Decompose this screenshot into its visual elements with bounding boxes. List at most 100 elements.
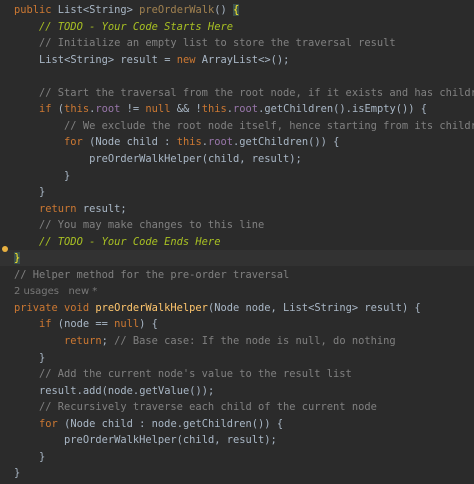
- code-token: result: [226, 434, 265, 447]
- code-line[interactable]: // TODO - Your Code Ends Here: [0, 234, 474, 250]
- code-line[interactable]: }: [0, 168, 474, 184]
- code-token: List: [51, 4, 83, 16]
- code-line[interactable]: // Start the traversal from the root nod…: [0, 85, 474, 101]
- code-line[interactable]: for (Node child : this.root.getChildren(…: [0, 134, 474, 150]
- code-token: root: [207, 136, 234, 149]
- code-token: // Start the traversal from the root nod…: [39, 86, 474, 99]
- code-token: isEmpty: [351, 103, 396, 116]
- code-line[interactable]: return result;: [0, 201, 474, 217]
- code-token: result: [364, 301, 402, 314]
- code-token: Node child: [70, 417, 133, 430]
- code-editor[interactable]: public List<String> preOrderWalk() { // …: [0, 0, 474, 484]
- code-line[interactable]: result.add(node.getValue());: [0, 383, 474, 399]
- code-token: (): [214, 4, 234, 16]
- code-line[interactable]: public List<String> preOrderWalk() {: [0, 2, 474, 18]
- code-token: for: [39, 417, 58, 430]
- code-token: result: [39, 384, 77, 397]
- code-line[interactable]: List<String> result = new ArrayList<>();: [0, 52, 474, 68]
- code-token: ,: [270, 301, 284, 314]
- code-token: =: [157, 53, 177, 66]
- code-token: (: [51, 318, 65, 331]
- code-token: preOrderWalkHelper: [95, 301, 208, 314]
- code-token: }: [39, 351, 46, 364]
- code-token: result: [251, 152, 290, 165]
- code-token: null: [145, 103, 171, 116]
- code-token: List: [283, 301, 309, 314]
- code-token: List: [39, 53, 65, 66]
- code-token: ()) {: [395, 103, 428, 116]
- code-token: }: [14, 467, 21, 480]
- code-token: <>();: [258, 53, 290, 66]
- code-token: node: [151, 417, 177, 430]
- code-token: this: [201, 103, 227, 116]
- code-line[interactable]: }: [0, 250, 474, 267]
- code-token: for: [64, 136, 83, 149]
- code-token: // TODO - Your Code Ends Here: [39, 235, 221, 248]
- code-token: add: [82, 384, 102, 397]
- code-line[interactable]: if (this.root != null && !this.root.getC…: [0, 101, 474, 117]
- code-token: result: [76, 202, 121, 215]
- code-token: new: [176, 53, 196, 66]
- code-token: ()) {: [308, 136, 340, 149]
- code-line[interactable]: // We exclude the root node itself, henc…: [0, 118, 474, 134]
- code-token: && !: [170, 103, 202, 116]
- code-token: String: [89, 4, 127, 16]
- code-token: // Recursively traverse each child of th…: [39, 401, 377, 414]
- code-line[interactable]: preOrderWalkHelper(child, result);: [0, 432, 474, 448]
- code-line[interactable]: return; // Base case: If the node is nul…: [0, 333, 474, 349]
- code-token: );: [289, 152, 302, 165]
- code-token: preOrderWalk: [139, 4, 215, 16]
- code-token: >: [351, 301, 365, 314]
- code-token: ,: [214, 434, 227, 447]
- code-line[interactable]: // Add the current node's value to the r…: [0, 366, 474, 382]
- code-line[interactable]: private void preOrderWalkHelper(Node nod…: [0, 300, 474, 316]
- code-token: if: [39, 103, 52, 116]
- code-token: (: [51, 103, 65, 116]
- code-token: root: [233, 103, 259, 116]
- code-token: :: [132, 417, 152, 430]
- code-line[interactable]: // Helper method for the pre-order trave…: [0, 267, 474, 283]
- code-token: :: [157, 136, 177, 149]
- code-token: getChildren: [239, 136, 309, 149]
- code-token: (: [82, 136, 96, 149]
- code-line[interactable]: // Recursively traverse each child of th…: [0, 399, 474, 415]
- code-line[interactable]: [0, 68, 474, 84]
- code-token: }: [39, 450, 46, 463]
- code-token: ArrayList: [195, 53, 259, 66]
- code-token: // TODO - Your Code Starts Here: [39, 20, 233, 33]
- code-token: node: [64, 318, 90, 331]
- code-line[interactable]: for (Node child : node.getChildren()) {: [0, 416, 474, 432]
- code-line[interactable]: 2 usages new *: [0, 283, 474, 299]
- code-token: String: [314, 301, 352, 314]
- code-token: );: [264, 434, 277, 447]
- code-token: ,: [239, 152, 252, 165]
- code-token: child: [207, 152, 240, 165]
- code-line[interactable]: // Initialize an empty list to store the…: [0, 35, 474, 51]
- code-token: >: [126, 4, 140, 16]
- code-line[interactable]: preOrderWalkHelper(child, result);: [0, 151, 474, 167]
- code-token: node: [107, 384, 133, 397]
- code-token: (: [57, 417, 71, 430]
- code-token: if: [39, 318, 52, 331]
- code-token: preOrderWalkHelper: [64, 434, 177, 447]
- code-line[interactable]: }: [0, 184, 474, 200]
- code-line[interactable]: // TODO - Your Code Starts Here: [0, 19, 474, 35]
- code-token: null: [114, 318, 140, 331]
- code-token: return: [39, 202, 77, 215]
- code-line[interactable]: // You may make changes to this line: [0, 217, 474, 233]
- code-line[interactable]: }: [0, 449, 474, 465]
- code-line[interactable]: if (node == null) {: [0, 316, 474, 332]
- code-token: ) {: [401, 301, 421, 314]
- usages-hint[interactable]: 2 usages new *: [14, 286, 97, 297]
- code-token: >: [107, 53, 121, 66]
- code-token: preOrderWalkHelper: [89, 152, 202, 165]
- code-token: }: [14, 252, 21, 265]
- code-line[interactable]: }: [0, 350, 474, 366]
- code-line[interactable]: }: [0, 465, 474, 481]
- code-token: }: [39, 186, 46, 199]
- code-token: ()) {: [251, 417, 284, 430]
- code-token: child: [182, 434, 215, 447]
- code-token: ().: [333, 103, 352, 116]
- code-token: getChildren: [182, 417, 252, 430]
- code-token: // Base case: If the node is null, do no…: [114, 335, 396, 347]
